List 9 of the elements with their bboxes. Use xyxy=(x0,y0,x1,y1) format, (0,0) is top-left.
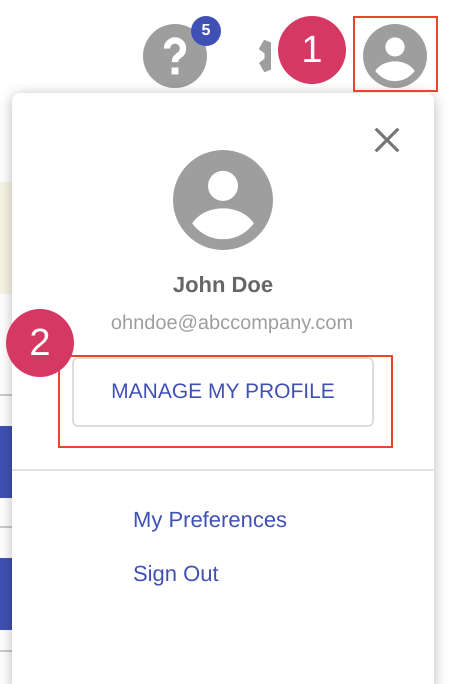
menu-link[interactable]: My Preferences xyxy=(133,507,288,533)
user-name: John Doe xyxy=(172,272,274,298)
user-email: ohndoe@abccompany.com xyxy=(110,312,354,335)
profile-avatar-icon xyxy=(173,150,273,250)
notification-badge: 5 xyxy=(191,16,221,46)
avatar-icon[interactable] xyxy=(363,24,427,88)
menu-link[interactable]: Sign Out xyxy=(133,561,219,587)
step-marker: 1 xyxy=(278,16,346,84)
manage-profile-button[interactable]: MANAGE MY PROFILE xyxy=(72,357,374,427)
